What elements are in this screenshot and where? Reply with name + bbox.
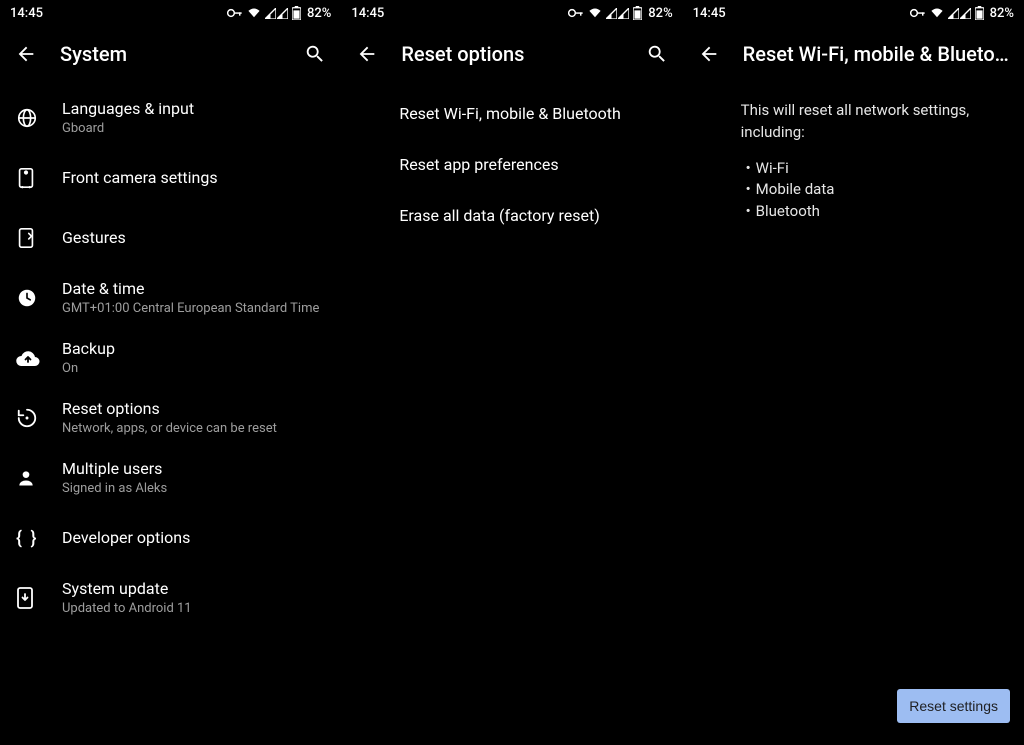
signal-icon-2: [618, 8, 629, 19]
battery-icon: [292, 6, 301, 20]
status-bar: 14:45 82%: [683, 0, 1024, 26]
item-languages-input[interactable]: Languages & input Gboard: [0, 88, 341, 148]
battery-text: 82%: [648, 6, 672, 21]
system-update-icon: [10, 586, 62, 610]
page-title: System: [46, 42, 295, 66]
item-sub: Network, apps, or device can be reset: [62, 421, 325, 437]
settings-list: Languages & input Gboard Front camera se…: [0, 82, 341, 745]
item-title: Gestures: [62, 228, 325, 248]
app-bar: Reset Wi-Fi, mobile & Blueto…: [683, 26, 1024, 82]
reset-options-list: Reset Wi-Fi, mobile & Bluetooth Reset ap…: [341, 82, 682, 745]
status-time: 14:45: [693, 6, 726, 21]
item-reset-network[interactable]: Reset Wi-Fi, mobile & Bluetooth: [341, 88, 682, 139]
status-icons: 82%: [568, 6, 672, 21]
battery-icon: [633, 6, 642, 20]
braces-icon: { }: [10, 528, 62, 549]
item-factory-reset[interactable]: Erase all data (factory reset): [341, 190, 682, 241]
item-reset-app-prefs[interactable]: Reset app preferences: [341, 139, 682, 190]
bullet-wifi: Wi-Fi: [741, 158, 1000, 180]
app-bar: Reset options: [341, 26, 682, 82]
signal-icon-2: [277, 8, 288, 19]
back-button[interactable]: [689, 34, 729, 74]
wifi-icon: [930, 7, 944, 19]
signal-icon-1: [948, 8, 959, 19]
status-icons: 82%: [910, 6, 1014, 21]
search-button[interactable]: [637, 34, 677, 74]
back-button[interactable]: [347, 34, 387, 74]
bullet-mobile-data: Mobile data: [741, 179, 1000, 201]
item-sub: GMT+01:00 Central European Standard Time: [62, 301, 325, 317]
item-sub: On: [62, 361, 325, 377]
item-title: Date & time: [62, 279, 325, 299]
battery-text: 82%: [307, 6, 331, 21]
item-title: Languages & input: [62, 99, 325, 119]
status-bar: 14:45 82%: [341, 0, 682, 26]
screen-reset-options: 14:45 82% Reset options: [341, 0, 682, 745]
status-time: 14:45: [351, 6, 384, 21]
front-camera-icon: [10, 167, 62, 189]
signal-icon-1: [606, 8, 617, 19]
app-bar: System: [0, 26, 341, 82]
status-time: 14:45: [10, 6, 43, 21]
item-sub: Updated to Android 11: [62, 601, 325, 617]
item-sub: Gboard: [62, 121, 325, 137]
vpn-key-icon: [568, 8, 584, 18]
reset-description: This will reset all network settings, in…: [683, 82, 1024, 144]
globe-icon: [10, 107, 62, 129]
item-sub: Signed in as Aleks: [62, 481, 325, 497]
item-title: Multiple users: [62, 459, 325, 479]
screen-system: 14:45 82%: [0, 0, 341, 745]
vpn-key-icon: [227, 8, 243, 18]
gestures-icon: [10, 227, 62, 249]
reset-settings-button[interactable]: Reset settings: [897, 689, 1010, 723]
item-title: Developer options: [62, 528, 325, 548]
user-icon: [10, 468, 62, 488]
bullet-bluetooth: Bluetooth: [741, 201, 1000, 223]
page-title: Reset Wi-Fi, mobile & Blueto…: [729, 42, 1018, 66]
item-date-time[interactable]: Date & time GMT+01:00 Central European S…: [0, 268, 341, 328]
page-title: Reset options: [387, 42, 636, 66]
battery-text: 82%: [990, 6, 1014, 21]
back-button[interactable]: [6, 34, 46, 74]
clock-icon: [10, 287, 62, 309]
reset-icon: [10, 407, 62, 429]
item-title: Reset options: [62, 399, 325, 419]
item-multiple-users[interactable]: Multiple users Signed in as Aleks: [0, 448, 341, 508]
item-title: Backup: [62, 339, 325, 359]
search-button[interactable]: [295, 34, 335, 74]
item-front-camera[interactable]: Front camera settings: [0, 148, 341, 208]
vpn-key-icon: [910, 8, 926, 18]
reset-bullet-list: Wi-Fi Mobile data Bluetooth: [683, 144, 1024, 223]
signal-icon-2: [960, 8, 971, 19]
item-reset-options[interactable]: Reset options Network, apps, or device c…: [0, 388, 341, 448]
battery-icon: [975, 6, 984, 20]
cloud-upload-icon: [10, 349, 62, 367]
status-icons: 82%: [227, 6, 331, 21]
item-title: Front camera settings: [62, 168, 325, 188]
status-bar: 14:45 82%: [0, 0, 341, 26]
item-title: System update: [62, 579, 325, 599]
screen-reset-network: 14:45 82% Reset Wi-Fi, mobile &: [683, 0, 1024, 745]
wifi-icon: [588, 7, 602, 19]
item-system-update[interactable]: System update Updated to Android 11: [0, 568, 341, 628]
wifi-icon: [247, 7, 261, 19]
item-developer-options[interactable]: { } Developer options: [0, 508, 341, 568]
signal-icon-1: [265, 8, 276, 19]
item-backup[interactable]: Backup On: [0, 328, 341, 388]
item-gestures[interactable]: Gestures: [0, 208, 341, 268]
